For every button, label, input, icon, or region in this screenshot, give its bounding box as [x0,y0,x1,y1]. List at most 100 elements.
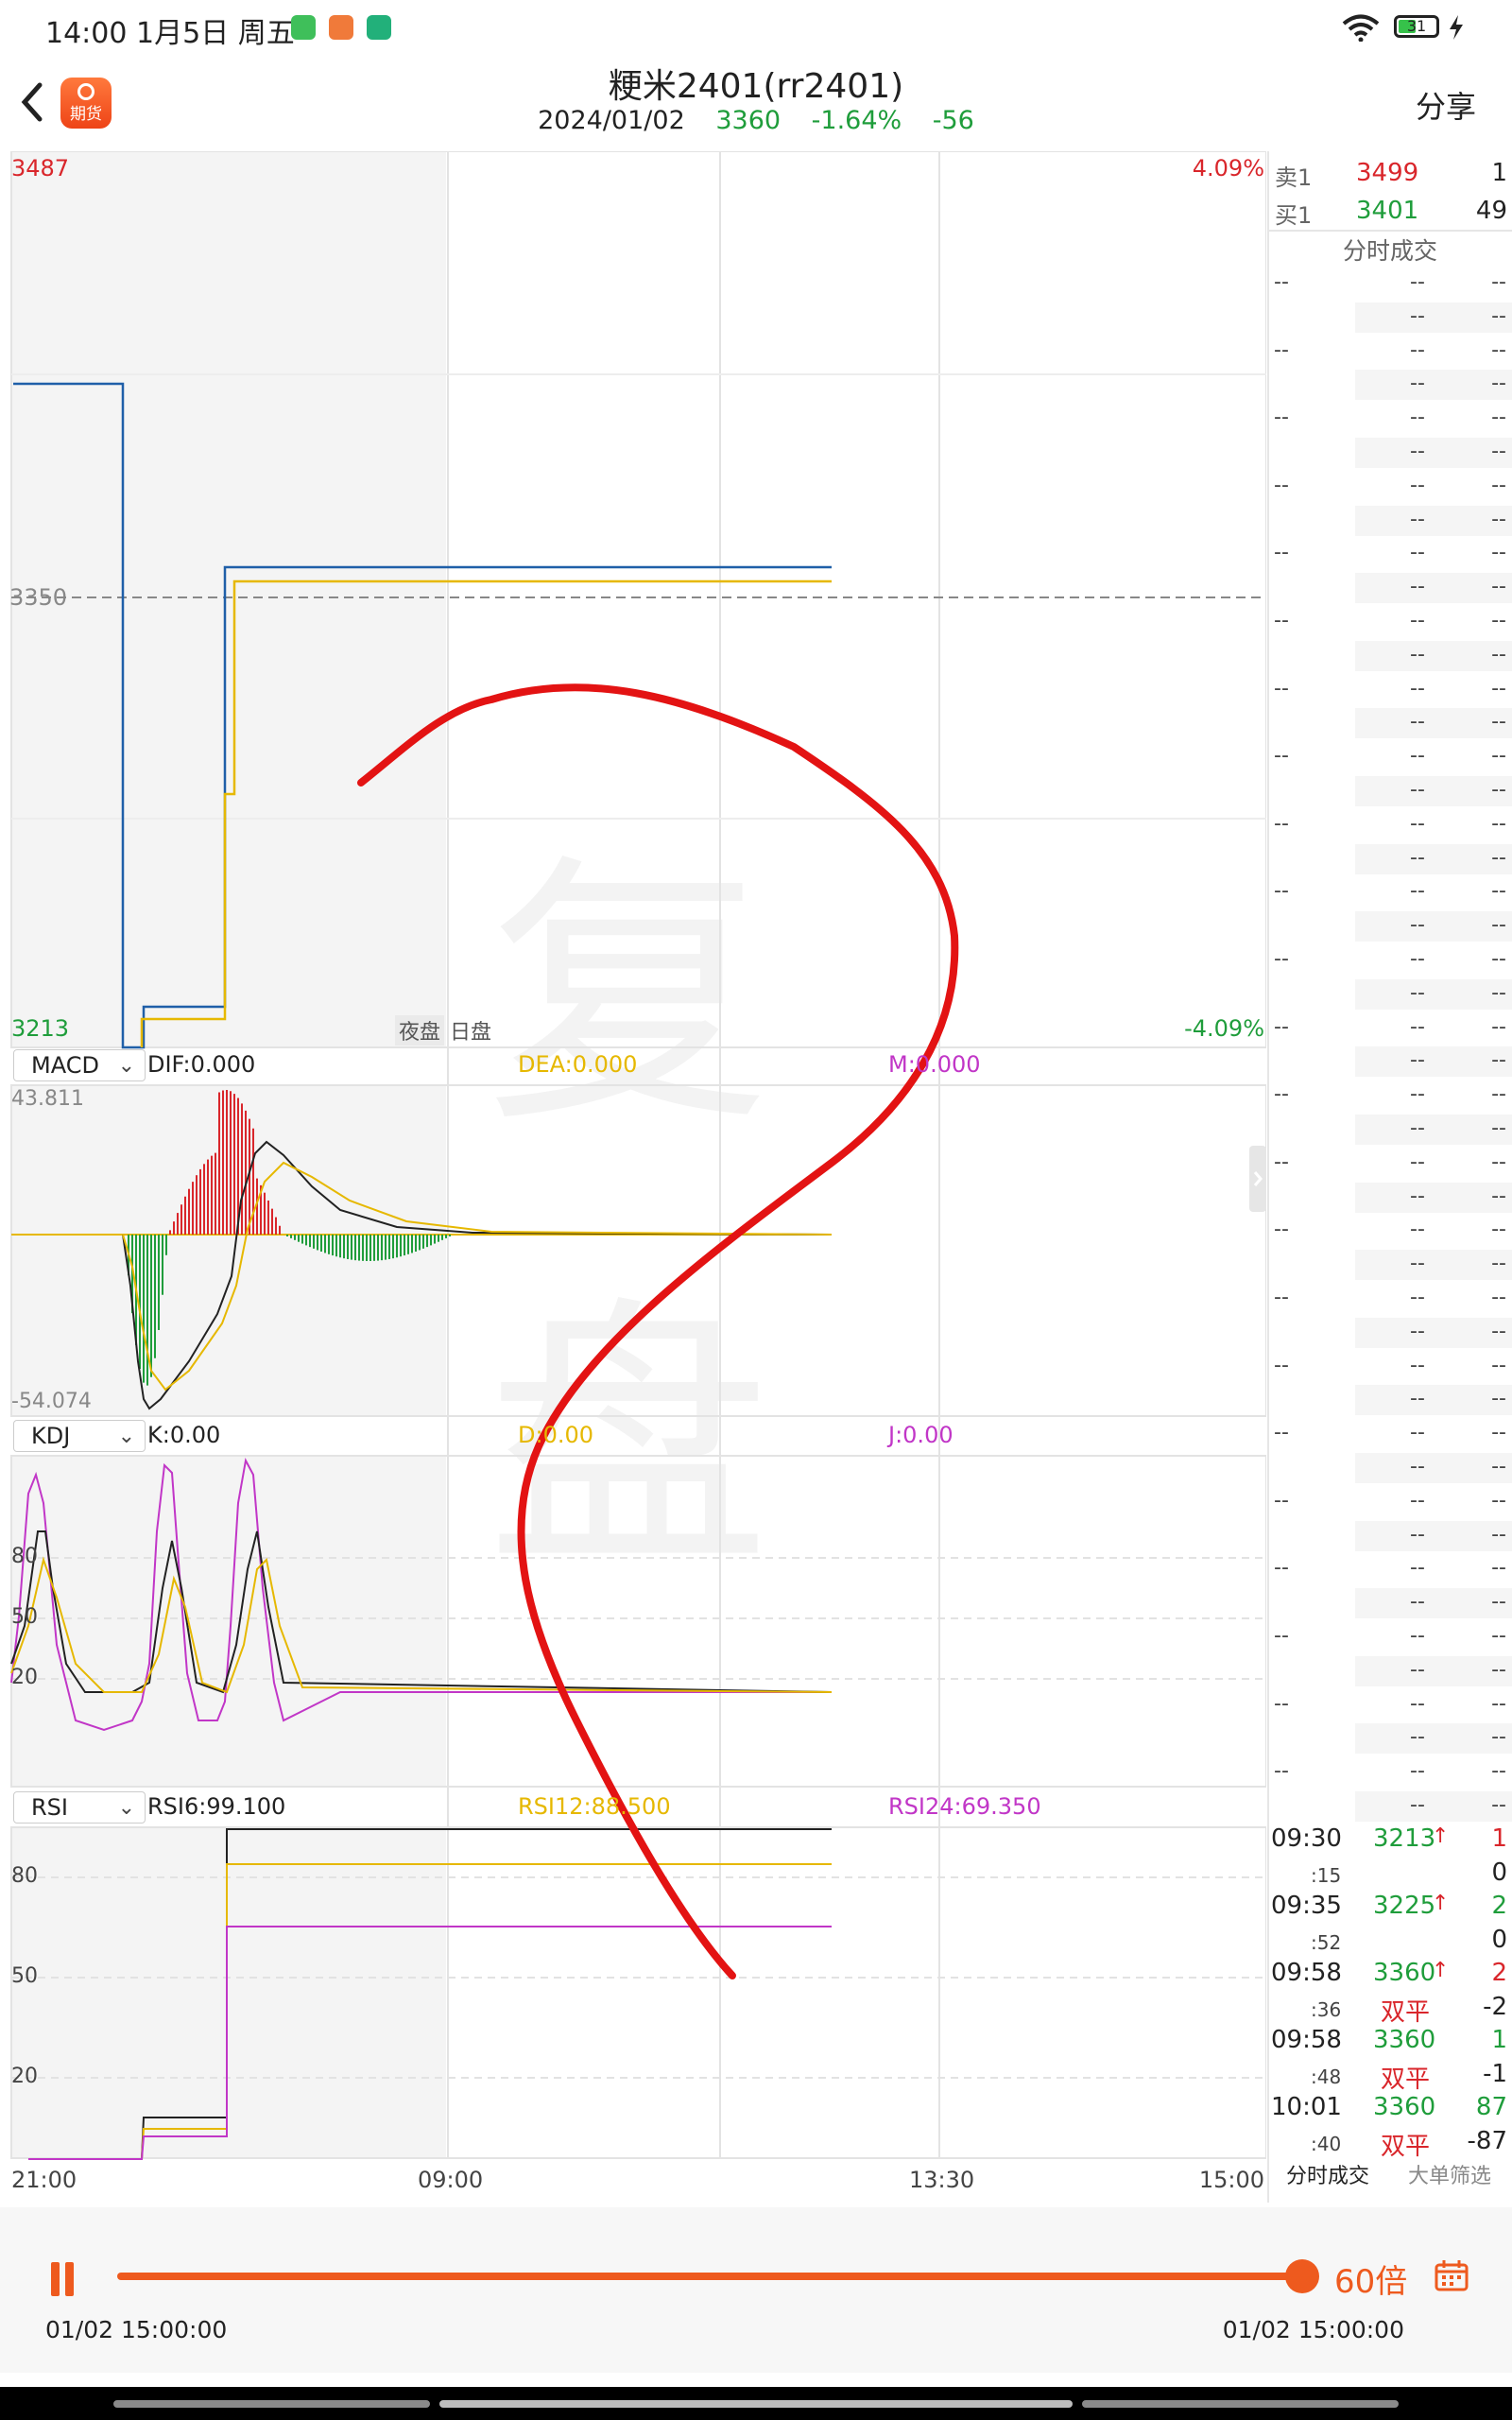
session-day-label: 日盘 [450,1021,492,1045]
buy-label: 买1 [1275,202,1313,229]
placeholder-cell: -- [1410,1793,1425,1817]
trade-volume: 0 [1491,1858,1507,1887]
sell-price: 3499 [1356,159,1419,187]
trade-volume: -87 [1467,2126,1507,2155]
placeholder-cell: -- [1274,676,1289,700]
placeholder-cell: -- [1491,1319,1506,1343]
trade-time: 09:58 [1271,1959,1342,1987]
x-axis-label: 15:00 [1198,2167,1264,2193]
placeholder-cell: -- [1410,710,1425,735]
tick-placeholder-row: -- -- [1268,1316,1512,1350]
chevron-down-icon: ⌄ [117,1054,135,1078]
trade-volume: 0 [1491,1925,1507,1954]
chart-canvas [10,151,1266,2160]
placeholder-cell: -- [1274,1014,1289,1039]
indicator-selector-macd[interactable]: MACD ⌄ [13,1049,146,1081]
trade-price: 3360 [1373,2026,1436,2054]
tick-placeholder-row: -- -- [1268,436,1512,470]
placeholder-cell: -- [1491,406,1506,430]
price-axis-min: 3213 [11,1015,70,1042]
up-arrow-icon: ↑ [1432,1824,1450,1848]
tick-placeholder-row: -- -- -- [1268,1620,1512,1654]
tick-placeholder-row: -- -- -- [1268,335,1512,369]
trade-volume: 2 [1491,1959,1507,1987]
quote-summary: 2024/01/02 3360 -1.64% -56 [0,106,1512,135]
kdj-k: K:0.00 [147,1422,221,1448]
night-session-bg [11,1456,446,1787]
tick-placeholder-row: -- -- -- [1268,1350,1512,1384]
placeholder-cell: -- [1491,1691,1506,1716]
trade-time: :40 [1311,2132,1342,2155]
indicator-name: RSI [31,1794,68,1821]
trade-price: 双平 [1381,1997,1431,2027]
calendar-icon[interactable] [1435,2259,1469,2291]
tick-trade-row: :52 0 [1271,1926,1507,1960]
placeholder-cell: -- [1274,1624,1289,1648]
placeholder-cell: -- [1410,1218,1425,1242]
up-arrow-icon: ↑ [1432,1892,1450,1915]
session-night-label: 夜盘 [395,1015,445,1046]
indicator-selector-rsi[interactable]: RSI ⌄ [13,1791,146,1824]
chart-area[interactable]: 复 盘 3487 4.09% 3350 3213 -4.09% 夜盘 日盘 MA… [0,151,1266,2193]
placeholder-cell: -- [1410,1556,1425,1581]
tab-large-orders[interactable]: 大单筛选 [1389,2153,1510,2201]
trade-time: :15 [1311,1863,1342,1887]
placeholder-cell: -- [1491,1048,1506,1073]
tick-placeholder-row: -- -- -- [1268,537,1512,571]
tab-tick-trades[interactable]: 分时成交 [1271,2153,1384,2201]
trade-volume: -2 [1483,1992,1507,2021]
tick-placeholder-row: -- -- -- [1268,1147,1512,1181]
placeholder-cell: -- [1491,913,1506,938]
price-axis-max: 3487 [11,155,70,182]
placeholder-cell: -- [1274,879,1289,904]
battery-level: 31 [1406,17,1427,35]
placeholder-cell: -- [1410,1657,1425,1682]
tick-placeholder-row: -- -- [1268,1654,1512,1688]
home-indicator[interactable] [439,2400,1073,2408]
kdj-j: J:0.00 [888,1422,954,1448]
rsi-level-label: 50 [11,1964,38,1988]
indicator-selector-kdj[interactable]: KDJ ⌄ [13,1420,146,1452]
tick-placeholder-row: -- -- [1268,1721,1512,1755]
trade-time: :52 [1311,1930,1342,1954]
system-navigation-bar [0,2387,1512,2420]
placeholder-cell: -- [1491,1082,1506,1107]
tick-placeholder-row: -- -- [1268,1451,1512,1485]
placeholder-cell: -- [1410,1184,1425,1208]
placeholder-cell: -- [1491,609,1506,632]
placeholder-cell: -- [1491,710,1506,735]
placeholder-cell: -- [1274,744,1289,769]
replay-start-time: 01/02 15:00:00 [45,2316,228,2343]
sell-volume: 1 [1491,159,1507,187]
placeholder-cell: -- [1410,1624,1425,1648]
tick-placeholder-row: -- -- -- [1268,1282,1512,1316]
quote-date: 2024/01/02 [538,106,685,135]
panel-collapse-handle[interactable] [1249,1146,1266,1212]
replay-progress-slider[interactable] [117,2273,1302,2280]
tick-placeholder-row: -- -- [1268,1045,1512,1079]
placeholder-cell: -- [1410,778,1425,802]
placeholder-cell: -- [1410,1082,1425,1107]
placeholder-cell: -- [1410,303,1425,328]
tick-placeholder-row: -- -- -- [1268,1755,1512,1789]
trade-price: 双平 [1381,2065,1431,2094]
share-button[interactable]: 分享 [1416,83,1476,127]
trade-volume: 87 [1475,2093,1507,2121]
x-axis-label: 21:00 [11,2167,77,2193]
placeholder-cell: -- [1491,1150,1506,1174]
placeholder-cell: -- [1410,541,1425,565]
placeholder-cell: -- [1410,913,1425,938]
slider-handle[interactable] [1285,2259,1319,2293]
speed-selector[interactable]: 60倍 [1334,2256,1407,2302]
placeholder-cell: -- [1491,980,1506,1005]
shield-notification-icon [367,15,391,40]
tick-placeholder-row: -- -- -- [1268,1485,1512,1519]
placeholder-cell: -- [1491,1353,1506,1377]
placeholder-cell: -- [1410,1725,1425,1750]
trade-price: 3213 [1373,1824,1436,1853]
placeholder-cell: -- [1410,1116,1425,1140]
trade-volume: -1 [1483,2059,1507,2088]
pause-button[interactable] [51,2262,76,2296]
placeholder-cell: -- [1410,845,1425,870]
battery-icon: 31 [1394,15,1439,38]
